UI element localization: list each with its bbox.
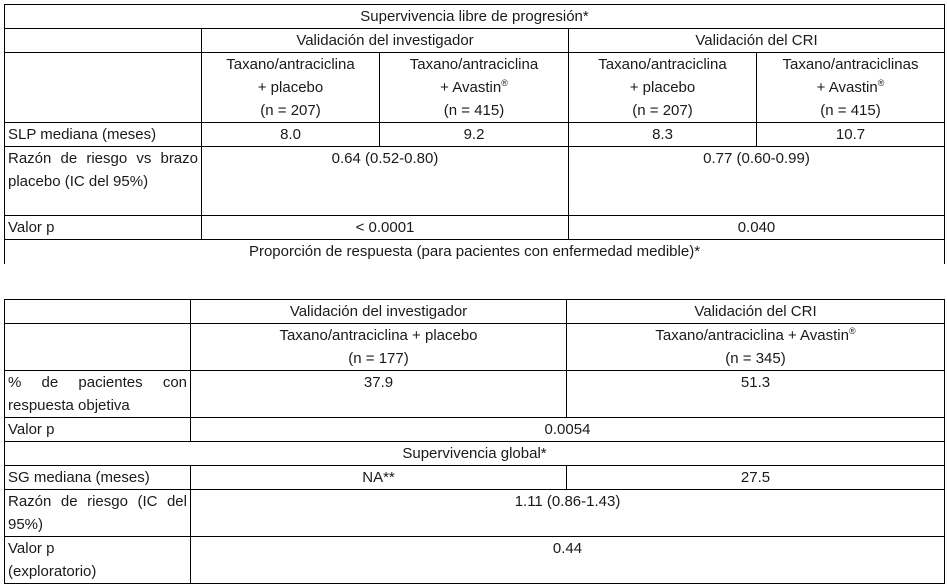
os-median-avastin: 27.5 bbox=[566, 465, 945, 490]
objective-response-avastin: 51.3 bbox=[566, 370, 945, 418]
os-p-label-line: (exploratorio) bbox=[8, 563, 97, 580]
arm-line: (n = 415) bbox=[443, 102, 505, 119]
arm-line: + Avastin® bbox=[760, 76, 941, 99]
investigator-header: Validación del investigador bbox=[201, 28, 569, 53]
p-value-cri: 0.040 bbox=[568, 215, 945, 240]
registered-mark: ® bbox=[501, 78, 508, 88]
registered-mark: ® bbox=[877, 78, 885, 88]
p-value: 0.0054 bbox=[190, 417, 945, 442]
cri-header: Validación del CRI bbox=[568, 28, 945, 53]
pfs-table: Supervivencia libre de progresión* Valid… bbox=[4, 4, 945, 264]
slp-value: 9.2 bbox=[379, 122, 569, 147]
slp-value: 10.7 bbox=[756, 122, 945, 147]
pfs-section-title: Supervivencia libre de progresión* bbox=[4, 4, 945, 29]
cri-header: Validación del CRI bbox=[566, 299, 945, 324]
objective-response-label: % de pacientes con respuesta objetiva bbox=[4, 370, 191, 418]
os-p-value: 0.44 bbox=[190, 536, 945, 584]
arm-line: (n = 207) bbox=[632, 102, 693, 119]
arm-line-text: Taxano/antraciclina + Avastin bbox=[655, 327, 849, 344]
os-median-placebo: NA** bbox=[190, 465, 567, 490]
p-value-label: Valor p bbox=[4, 417, 191, 442]
arm-line: (n = 345) bbox=[725, 350, 786, 367]
hazard-ratio-cri: 0.77 (0.60-0.99) bbox=[568, 146, 945, 216]
empty-header-cell bbox=[4, 28, 202, 53]
p-value-label: Valor p bbox=[4, 215, 202, 240]
arm-line: + placebo bbox=[257, 79, 324, 96]
hazard-ratio-label: Razón de riesgo vs brazo placebo (IC del… bbox=[4, 146, 202, 216]
os-median-label: SG mediana (meses) bbox=[4, 465, 191, 490]
arm-cri-placebo: Taxano/antraciclina + placebo (n = 207) bbox=[568, 52, 757, 123]
arm-line: Taxano/antraciclinas bbox=[782, 56, 919, 73]
slp-value: 8.3 bbox=[568, 122, 757, 147]
registered-mark: ® bbox=[848, 326, 856, 336]
arm-line: Taxano/antraciclina bbox=[598, 56, 727, 73]
arm-line: Taxano/antraciclina bbox=[409, 56, 539, 73]
slp-value: 8.0 bbox=[201, 122, 380, 147]
arm-line: (n = 177) bbox=[348, 350, 409, 367]
investigator-header: Validación del investigador bbox=[190, 299, 567, 324]
objective-response-placebo: 37.9 bbox=[190, 370, 567, 418]
arm-line: + Avastin® bbox=[383, 76, 565, 99]
arm-inv-avastin: Taxano/antraciclina + Avastin® (n = 415) bbox=[379, 52, 569, 123]
response-section-title: Proporción de respuesta (para pacientes … bbox=[4, 239, 945, 264]
arm-line: Taxano/antraciclina + placebo bbox=[279, 327, 478, 344]
response-table: Validación del investigador Validación d… bbox=[4, 299, 945, 584]
arm-cri-avastin: Taxano/antraciclinas + Avastin® (n = 415… bbox=[756, 52, 945, 123]
p-value-investigator: < 0.0001 bbox=[201, 215, 569, 240]
arm-placebo: Taxano/antraciclina + placebo (n = 177) bbox=[190, 323, 567, 371]
arm-line: (n = 415) bbox=[820, 102, 881, 119]
arm-line-text: + Avastin bbox=[816, 79, 878, 96]
arm-line: + placebo bbox=[629, 79, 696, 96]
hazard-ratio-investigator: 0.64 (0.52-0.80) bbox=[201, 146, 569, 216]
arm-avastin: Taxano/antraciclina + Avastin® (n = 345) bbox=[566, 323, 945, 371]
empty-header-cell bbox=[4, 299, 191, 324]
arm-inv-placebo: Taxano/antraciclina + placebo (n = 207) bbox=[201, 52, 380, 123]
os-p-label-line: Valor p bbox=[8, 540, 55, 557]
arm-line: (n = 207) bbox=[260, 102, 321, 119]
empty-arm-cell bbox=[4, 52, 202, 123]
arm-line-text: + Avastin bbox=[440, 79, 502, 96]
os-hazard-ratio-label: Razón de riesgo (IC del 95%) bbox=[4, 489, 191, 537]
empty-arm-cell bbox=[4, 323, 191, 371]
arm-line: Taxano/antraciclina bbox=[226, 56, 355, 73]
arm-line: Taxano/antraciclina + Avastin® bbox=[570, 325, 941, 348]
os-hazard-ratio: 1.11 (0.86-1.43) bbox=[190, 489, 945, 537]
slp-label: SLP mediana (meses) bbox=[4, 122, 202, 147]
os-p-value-label: Valor p (exploratorio) bbox=[4, 536, 191, 584]
os-section-title: Supervivencia global* bbox=[4, 441, 945, 466]
